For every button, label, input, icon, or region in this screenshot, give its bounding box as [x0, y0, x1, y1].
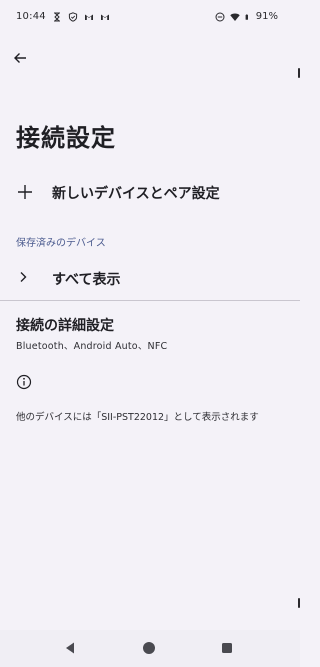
advanced-settings-summary: Bluetooth、Android Auto、NFC	[16, 341, 168, 352]
gmail-icon	[100, 14, 109, 20]
battery-icon	[245, 13, 248, 20]
divider	[0, 300, 300, 301]
nav-back-button[interactable]	[63, 641, 77, 655]
shield-icon	[68, 11, 77, 22]
nav-recents-button[interactable]	[221, 642, 233, 654]
arrow-back-icon	[14, 53, 26, 63]
gmail-icon	[84, 14, 93, 20]
info-icon	[16, 374, 32, 390]
status-right: 91%	[215, 11, 278, 22]
scrollbar-bottom-tick	[298, 598, 300, 608]
navigation-bar	[0, 630, 300, 667]
advanced-settings-title: 接続の詳細設定	[16, 318, 114, 334]
plus-icon	[18, 185, 32, 199]
page-title: 接続設定	[16, 124, 116, 152]
nav-home-button[interactable]	[142, 641, 156, 655]
chevron-right-icon	[20, 272, 27, 282]
status-left: 10:44	[16, 11, 110, 22]
wifi-icon	[230, 13, 240, 21]
pair-new-device-label: 新しいデバイスとペア設定	[52, 186, 220, 202]
hourglass-icon	[53, 12, 60, 21]
do-not-disturb-icon	[215, 12, 225, 21]
connected-devices-screen: 10:44 91% 接続設定 新しいデバイスとペア設定 保存済みのデバイス すべ…	[0, 0, 300, 667]
pair-new-device-item[interactable]: 新しいデバイスとペア設定	[0, 174, 300, 210]
saved-devices-header: 保存済みのデバイス	[16, 238, 106, 249]
status-time: 10:44	[16, 11, 46, 22]
device-name-note: 他のデバイスには「SII-PST22012」として表示されます	[16, 412, 259, 423]
show-all-label: すべて表示	[52, 272, 121, 288]
back-button[interactable]	[8, 46, 32, 70]
battery-percent: 91%	[255, 11, 278, 22]
status-bar: 10:44 91%	[0, 0, 300, 36]
scrollbar-top-tick	[298, 68, 300, 78]
show-all-item[interactable]: すべて表示	[0, 262, 300, 292]
